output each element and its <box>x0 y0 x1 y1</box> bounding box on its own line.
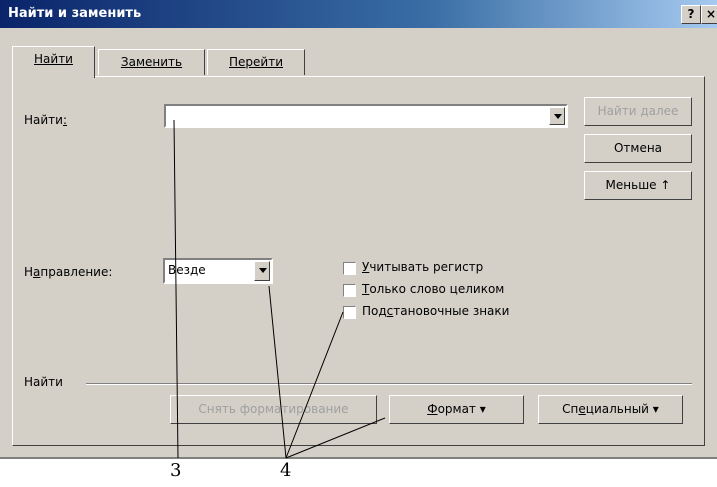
callout-line-4a <box>268 285 287 459</box>
callout-line-3 <box>173 119 179 459</box>
callout-lines <box>173 119 386 459</box>
callout-line-4c <box>285 417 386 459</box>
callout-line-4b <box>285 311 344 459</box>
callout-number-4: 4 <box>280 460 292 481</box>
callout-number-3: 3 <box>170 460 182 481</box>
tab-find[interactable]: Найти <box>12 46 95 78</box>
tab-find-label: Найти <box>34 52 73 66</box>
